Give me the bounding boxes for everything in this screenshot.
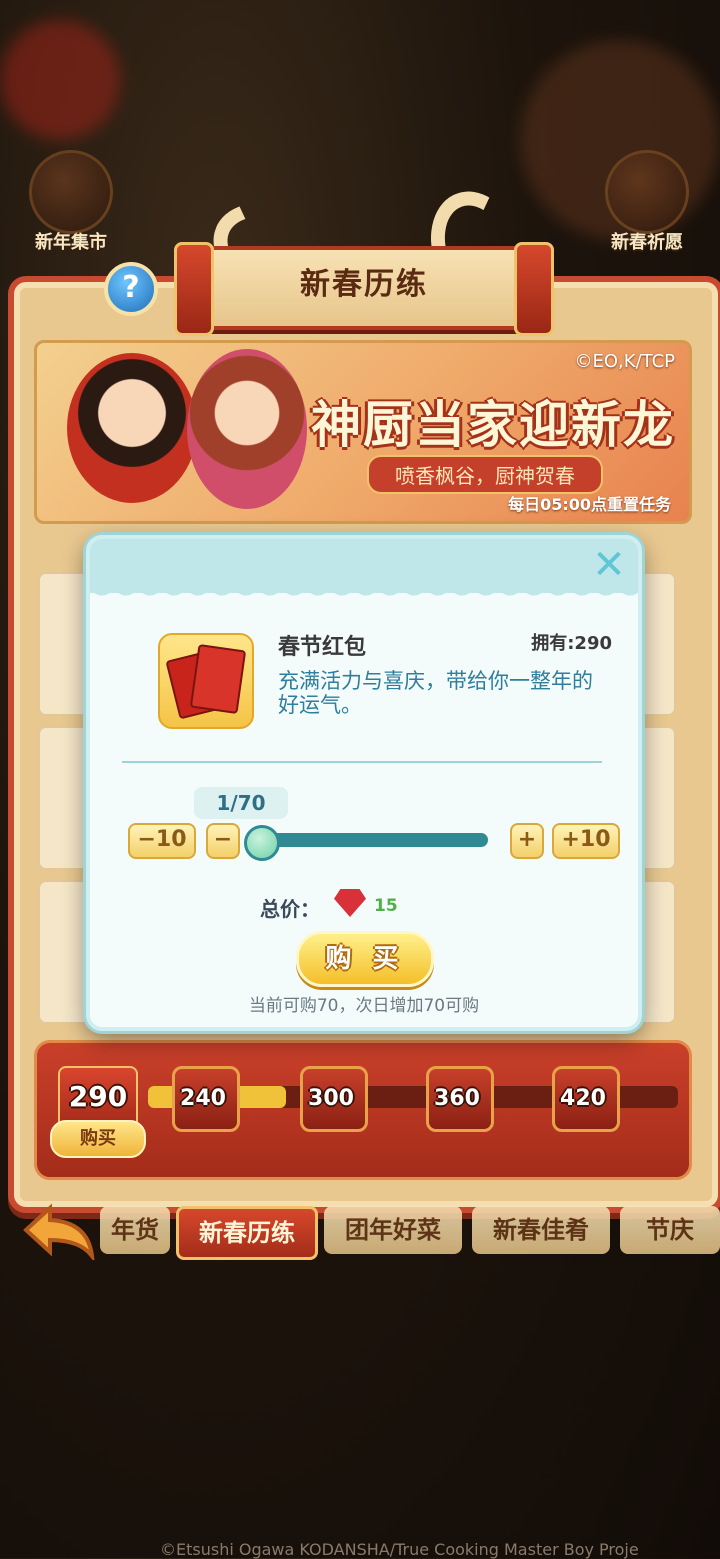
- new-year-market-button[interactable]: 新年集市: [16, 150, 126, 260]
- plus-10-button[interactable]: +10: [552, 823, 620, 859]
- buy-button[interactable]: 购 买: [296, 931, 434, 987]
- daily-reset-note: 每日05:00点重置任务: [508, 495, 671, 514]
- current-count-value: 290: [68, 1080, 128, 1113]
- owned-count: 拥有:290: [531, 633, 612, 654]
- item-description: 充满活力与喜庆，带给你一整年的好运气。: [278, 669, 593, 717]
- title-scroll: 新春历练: [174, 242, 554, 336]
- tab-new-year-goods[interactable]: 年货: [100, 1206, 170, 1254]
- ruby-gem-icon: [334, 889, 366, 917]
- help-icon[interactable]: ?: [104, 262, 158, 316]
- footer-copyright: ©Etsushi Ogawa KODANSHA/True Cooking Mas…: [160, 1540, 639, 1559]
- buy-envelope-button[interactable]: 购买: [50, 1120, 146, 1158]
- milestone-value: 360: [434, 1086, 480, 1111]
- milestone-value: 300: [308, 1086, 354, 1111]
- character-girl-illustration: [187, 349, 307, 509]
- tab-festival[interactable]: 节庆: [620, 1206, 720, 1254]
- page-title: 新春历练: [300, 267, 428, 302]
- event-tabs: 年货 新春历练 团年好菜 新春佳肴 节庆: [0, 1203, 720, 1260]
- envelope-shape: [189, 643, 247, 715]
- milestone-gift[interactable]: 300: [296, 1060, 368, 1132]
- current-envelope-count: 290 购买: [50, 1066, 146, 1158]
- milestone-value: 240: [180, 1086, 226, 1111]
- banner-headline: 神厨当家迎新龙: [311, 396, 675, 454]
- minus-1-button[interactable]: −: [206, 823, 240, 859]
- minus-10-button[interactable]: −10: [128, 823, 196, 859]
- scroll-rod-right: [514, 242, 554, 336]
- wish-icon: [605, 150, 689, 234]
- banner-copyright: ©EO,K/TCP: [574, 351, 676, 372]
- total-price-value: 15: [374, 896, 398, 916]
- market-icon: [29, 150, 113, 234]
- banner-subline: 喷香枫谷，厨神贺春: [367, 455, 603, 494]
- character-boy-illustration: [67, 353, 197, 503]
- tab-spring-training[interactable]: 新春历练: [176, 1206, 318, 1260]
- scroll-rod-left: [174, 242, 214, 336]
- item-name: 春节红包: [278, 635, 367, 660]
- quantity-indicator: 1/70: [194, 787, 288, 819]
- milestone-gift[interactable]: 420: [548, 1060, 620, 1132]
- total-price-label: 总价：: [260, 897, 320, 921]
- red-envelope-item-icon: [158, 633, 254, 729]
- tab-reunion-dishes[interactable]: 团年好菜: [324, 1206, 462, 1254]
- event-banner: ©EO,K/TCP 神厨当家迎新龙 喷香枫谷，厨神贺春 每日05:00点重置任务: [34, 340, 692, 524]
- background-lantern: [0, 20, 120, 140]
- divider: [122, 761, 602, 763]
- milestone-value: 420: [560, 1086, 606, 1111]
- spring-wish-button[interactable]: 新春祈愿: [592, 150, 702, 260]
- tab-spring-delicacies[interactable]: 新春佳肴: [472, 1206, 610, 1254]
- slider-handle[interactable]: [244, 825, 280, 861]
- milestone-gift[interactable]: 360: [422, 1060, 494, 1132]
- milestone-gift[interactable]: 240: [168, 1060, 240, 1132]
- purchase-dialog: ✕ 春节红包 拥有:290 充满活力与喜庆，带给你一整年的好运气。 1/70 −…: [86, 535, 642, 1031]
- dialog-header: [90, 539, 638, 603]
- purchase-limit-note: 当前可购70，次日增加70可购: [248, 996, 480, 1016]
- quantity-slider[interactable]: [254, 833, 488, 847]
- header-wave-decoration: [90, 583, 638, 603]
- close-icon[interactable]: ✕: [590, 545, 628, 585]
- back-arrow-icon[interactable]: [20, 1200, 100, 1260]
- plus-1-button[interactable]: +: [510, 823, 544, 859]
